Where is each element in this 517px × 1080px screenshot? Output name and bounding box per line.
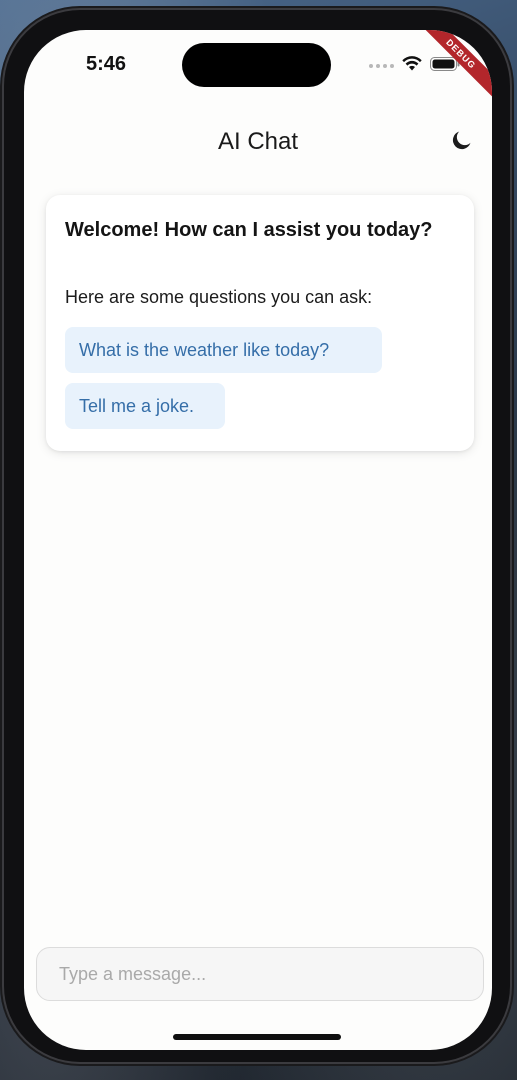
phone-frame: 5:46 DEBUG AI Chat Welcome! How can I as… xyxy=(4,10,510,1062)
theme-toggle-button[interactable] xyxy=(448,128,476,156)
wifi-icon xyxy=(402,56,422,76)
status-time: 5:46 xyxy=(86,53,127,75)
welcome-card: Welcome! How can I assist you today? Her… xyxy=(46,195,474,451)
app-title: AI Chat xyxy=(217,128,299,155)
welcome-title: Welcome! How can I assist you today? xyxy=(65,219,433,241)
suggestion-chip-joke[interactable]: Tell me a joke. xyxy=(65,383,225,429)
cellular-signal-icon xyxy=(369,64,394,68)
message-composer xyxy=(36,947,484,1001)
message-input[interactable] xyxy=(37,948,483,1000)
suggestions-subtitle: Here are some questions you can ask: xyxy=(65,287,373,307)
suggestion-chip-weather[interactable]: What is the weather like today? xyxy=(65,327,382,373)
home-indicator xyxy=(173,1034,341,1040)
status-icons xyxy=(369,56,460,76)
status-bar: 5:46 DEBUG xyxy=(24,30,492,106)
moon-icon xyxy=(450,128,474,157)
app-screen: 5:46 DEBUG AI Chat Welcome! How can I as… xyxy=(24,30,492,1050)
dynamic-island xyxy=(182,43,331,87)
app-bar: AI Chat xyxy=(24,116,492,172)
